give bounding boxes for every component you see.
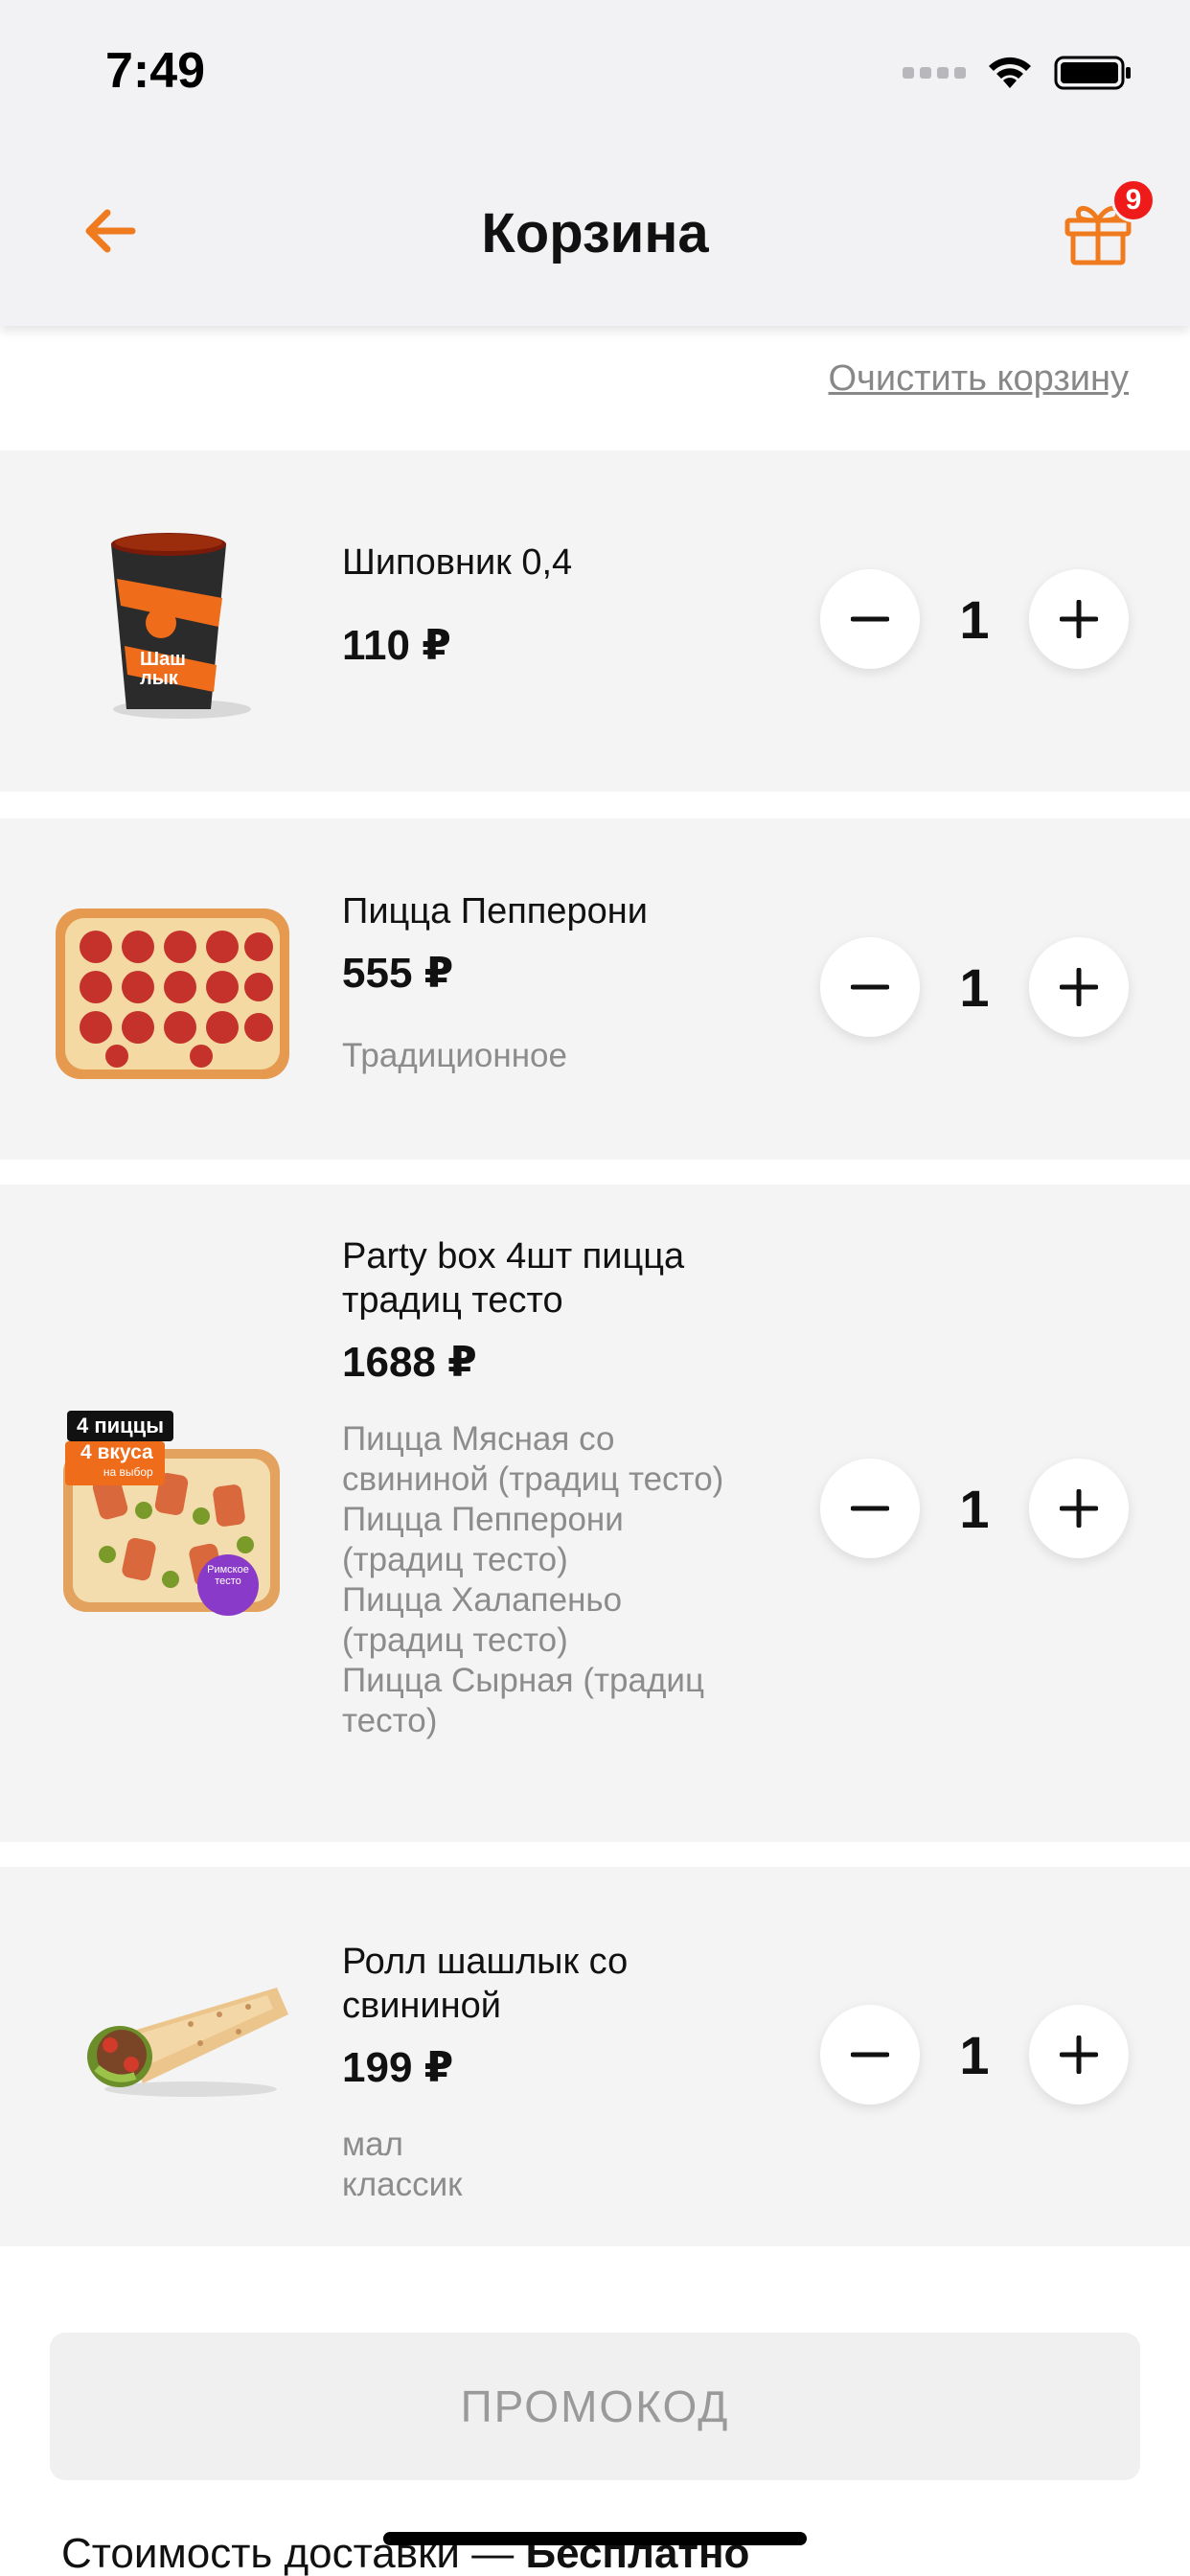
item-name: Party box 4шт пицца традиц тесто — [342, 1236, 685, 1321]
item-info: Ролл шашлык со свининой 199 ₽ мал класси… — [342, 1940, 754, 2205]
item-options: мал классик — [342, 2125, 754, 2205]
clear-cart-link[interactable]: Очистить корзину — [829, 358, 1130, 400]
plus-icon — [1060, 968, 1098, 1006]
plus-icon — [1060, 1489, 1098, 1528]
badge-flavours-note: на выбор — [103, 1465, 153, 1479]
item-option: Пицца Пепперони (традиц тесто) — [342, 1501, 624, 1578]
badge-flavours: 4 вкуса на выбор — [65, 1441, 165, 1485]
quantity-stepper: 1 — [820, 569, 1129, 669]
cart-item: Шаш лык Шиповник 0,4 110 ₽ 1 — [0, 450, 1190, 792]
quantity-stepper: 1 — [820, 1459, 1129, 1558]
decrease-quantity-button[interactable] — [820, 1459, 920, 1558]
plus-icon — [1060, 600, 1098, 638]
drink-cup-image: Шаш лык — [111, 533, 251, 719]
item-name: Ролл шашлык со свининой — [342, 1942, 629, 2026]
item-price: 110 ₽ — [342, 622, 451, 669]
decrease-quantity-button[interactable] — [820, 569, 920, 669]
quantity-stepper: 1 — [820, 2005, 1129, 2104]
page-title: Корзина — [481, 202, 709, 264]
badge-flavours-text: 4 вкуса — [80, 1441, 153, 1463]
cart-item: Пицца Пепперони 555 ₽ Традиционное 1 — [0, 818, 1190, 1160]
promo-code-label: ПРОМОКОД — [460, 2381, 730, 2431]
quantity-value: 1 — [959, 589, 990, 650]
item-info: Party box 4шт пицца традиц тесто 1688 ₽ … — [342, 1234, 744, 1741]
item-info: Пицца Пепперони 555 ₽ Традиционное — [342, 889, 754, 1076]
quantity-value: 1 — [959, 957, 990, 1018]
pizza-pepperoni-image — [56, 908, 289, 1079]
header: 7:49 Корзина 9 — [0, 0, 1190, 326]
status-icons — [903, 52, 1133, 94]
gift-badge: 9 — [1111, 178, 1156, 222]
item-options: Традиционное — [342, 1036, 754, 1076]
roll-shawarma-image — [87, 1988, 288, 2097]
cart-screen: 7:49 Корзина 9 Очистить корзину Шаш лык … — [0, 0, 1190, 2576]
item-option: Пицца Мясная со свининой (традиц тесто) — [342, 1420, 724, 1498]
increase-quantity-button[interactable] — [1029, 1459, 1129, 1558]
item-option: мал — [342, 2126, 403, 2163]
item-name: Шиповник 0,4 — [342, 542, 573, 583]
item-info: Шиповник 0,4 110 ₽ — [342, 540, 754, 670]
item-name: Пицца Пепперони — [342, 891, 648, 932]
party-box-image: 4 пиццы 4 вкуса на выбор Римское тесто — [57, 1411, 287, 1622]
item-option: Традиционное — [342, 1037, 567, 1074]
minus-icon — [851, 984, 889, 990]
wifi-icon — [989, 57, 1031, 88]
minus-icon — [851, 616, 889, 622]
badge-dough: Римское тесто — [207, 1564, 249, 1587]
item-price: 1688 ₽ — [342, 1339, 477, 1386]
minus-icon — [851, 1506, 889, 1511]
cart-item: 4 пиццы 4 вкуса на выбор Римское тесто P… — [0, 1184, 1190, 1842]
item-options: Пицца Мясная со свининой (традиц тесто) … — [342, 1419, 744, 1741]
signal-icon — [903, 67, 966, 79]
increase-quantity-button[interactable] — [1029, 937, 1129, 1037]
svg-text:Шаш: Шаш — [140, 649, 186, 670]
cart-item: Ролл шашлык со свининой 199 ₽ мал класси… — [0, 1867, 1190, 2246]
item-price: 555 ₽ — [342, 950, 454, 997]
badge-pizzas-count: 4 пиццы — [67, 1411, 173, 1441]
increase-quantity-button[interactable] — [1029, 569, 1129, 669]
decrease-quantity-button[interactable] — [820, 937, 920, 1037]
minus-icon — [851, 2052, 889, 2058]
increase-quantity-button[interactable] — [1029, 2005, 1129, 2104]
item-option: Пицца Халапеньо (традиц тесто) — [342, 1581, 623, 1659]
item-option: классик — [342, 2166, 463, 2203]
status-time: 7:49 — [105, 43, 206, 99]
plus-icon — [1060, 2036, 1098, 2074]
decrease-quantity-button[interactable] — [820, 2005, 920, 2104]
quantity-value: 1 — [959, 1479, 990, 1539]
battery-icon — [1054, 56, 1131, 90]
home-indicator[interactable] — [383, 2532, 807, 2545]
promo-code-button[interactable]: ПРОМОКОД — [50, 2333, 1140, 2480]
svg-text:лык: лык — [140, 668, 179, 689]
quantity-value: 1 — [959, 2025, 990, 2085]
quantity-stepper: 1 — [820, 937, 1129, 1037]
item-price: 199 ₽ — [342, 2044, 454, 2091]
item-option: Пицца Сырная (традиц тесто) — [342, 1662, 704, 1739]
